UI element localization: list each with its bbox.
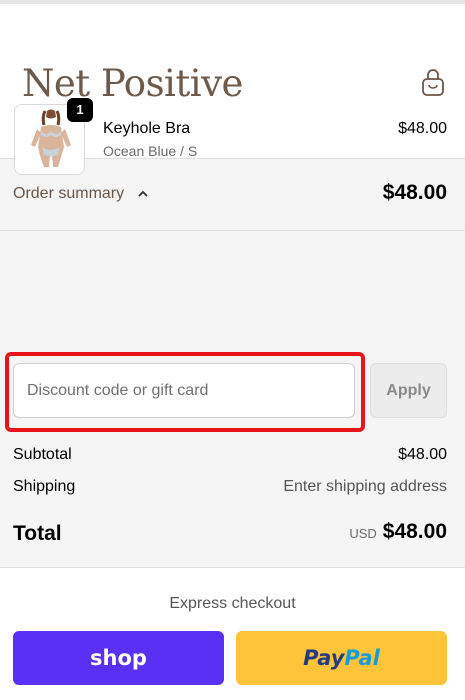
summary-total-price: $48.00 — [382, 181, 447, 204]
currency-code: USD — [349, 526, 377, 541]
total-row: Total USD $48.00 — [13, 520, 447, 550]
total-label: Total — [13, 522, 62, 545]
product-name: Keyhole Bra — [103, 120, 191, 137]
paypal-button[interactable]: PayPal — [236, 631, 447, 685]
quantity-badge: 1 — [67, 98, 93, 122]
shipping-row: Shipping Enter shipping address — [13, 478, 447, 496]
store-logo[interactable]: Net Positive — [22, 62, 243, 105]
paypal-label-pay: Pay — [303, 646, 345, 670]
total-value: $48.00 — [382, 520, 447, 543]
shop-pay-button[interactable]: shop — [13, 631, 224, 685]
shipping-label: Shipping — [13, 478, 76, 495]
order-summary-label: Order summary — [13, 185, 125, 202]
discount-code-input[interactable] — [13, 363, 355, 418]
subtotal-label: Subtotal — [13, 446, 72, 463]
shopping-bag-icon[interactable] — [419, 68, 447, 98]
product-price: $48.00 — [398, 120, 447, 137]
apply-discount-button[interactable]: Apply — [370, 363, 447, 418]
subtotal-row: Subtotal $48.00 — [13, 446, 447, 464]
subtotal-value: $48.00 — [398, 446, 447, 463]
paypal-label-pal: Pal — [344, 646, 380, 670]
product-variant: Ocean Blue / S — [103, 143, 198, 159]
express-checkout-label: Express checkout — [169, 595, 296, 612]
chevron-up-icon — [138, 190, 148, 197]
shipping-value: Enter shipping address — [283, 478, 447, 495]
